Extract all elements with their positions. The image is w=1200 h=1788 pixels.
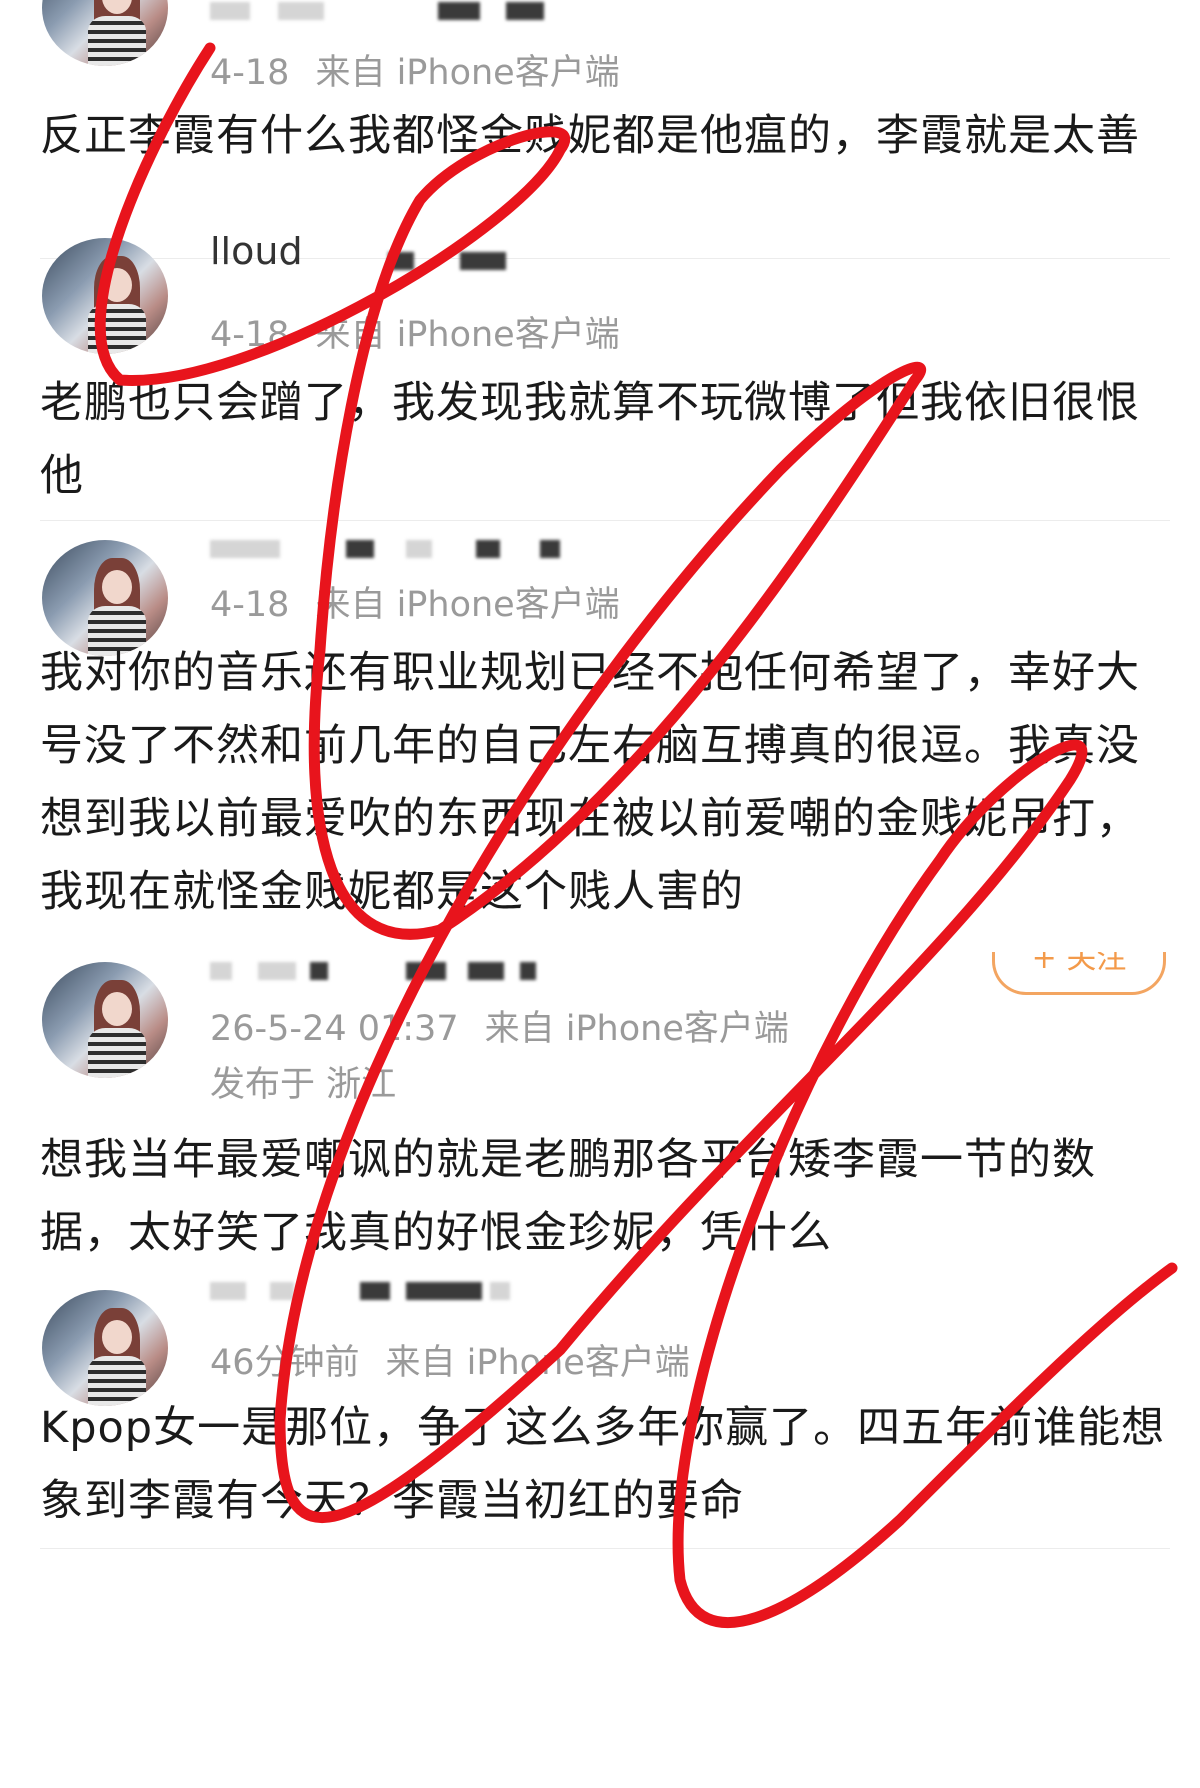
post-meta: 4-18 来自 iPhone客户端 xyxy=(210,306,620,357)
comment-text: 想我当年最爱嘲讽的就是老鹏那各平台矮李霞一节的数据，太好笑了我真的好恨金珍妮，凭… xyxy=(40,1135,1096,1258)
post-time: 4-18 xyxy=(210,53,290,93)
comment-feed: 4-18 来自 iPhone客户端 反正李霞有什么我都怪金贱妮都是他瘟的，李霞就是… xyxy=(0,0,1200,1788)
post-meta: 4-18 来自 iPhone客户端 xyxy=(210,44,620,95)
post-location: 发布于 浙江 xyxy=(210,1065,397,1105)
avatar[interactable] xyxy=(42,0,168,66)
comment-text: 反正李霞有什么我都怪金贱妮都是他瘟的，李霞就是太善 xyxy=(40,111,1140,161)
post-meta: 4-18 来自 iPhone客户端 xyxy=(210,576,620,627)
post-meta: 26-5-24 01:37 来自 iPhone客户端 xyxy=(210,1000,789,1051)
comment-text: Kpop女一是那位，争了这么多年你赢了。四五年前谁能想象到李霞有今天？李霞当初红… xyxy=(40,1403,1166,1526)
comment-text: 我对你的音乐还有职业规划已经不抱任何希望了，幸好大号没了不然和前几年的自己左右脑… xyxy=(40,648,1140,917)
post-time: 46分钟前 xyxy=(210,1343,360,1383)
post-source: 来自 iPhone客户端 xyxy=(315,585,620,625)
post-source: 来自 iPhone客户端 xyxy=(315,315,620,355)
comment-text: 老鹏也只会蹭了，我发现我就算不玩微博了但我依旧很恨他 xyxy=(40,378,1140,501)
post-time: 4-18 xyxy=(210,315,290,355)
post-meta: 46分钟前 来自 iPhone客户端 xyxy=(210,1334,690,1385)
post-time: 4-18 xyxy=(210,585,290,625)
post-source: 来自 iPhone客户端 xyxy=(385,1343,690,1383)
avatar[interactable] xyxy=(42,1290,168,1406)
avatar[interactable] xyxy=(42,962,168,1078)
post-time: 26-5-24 01:37 xyxy=(210,1009,459,1049)
post-source: 来自 iPhone客户端 xyxy=(315,53,620,93)
post-source: 来自 iPhone客户端 xyxy=(484,1009,789,1049)
follow-button[interactable]: + 关注 xyxy=(992,952,1166,995)
avatar[interactable] xyxy=(42,238,168,354)
divider xyxy=(40,520,1170,521)
username[interactable]: lloud xyxy=(210,236,303,272)
divider xyxy=(40,1548,1170,1549)
